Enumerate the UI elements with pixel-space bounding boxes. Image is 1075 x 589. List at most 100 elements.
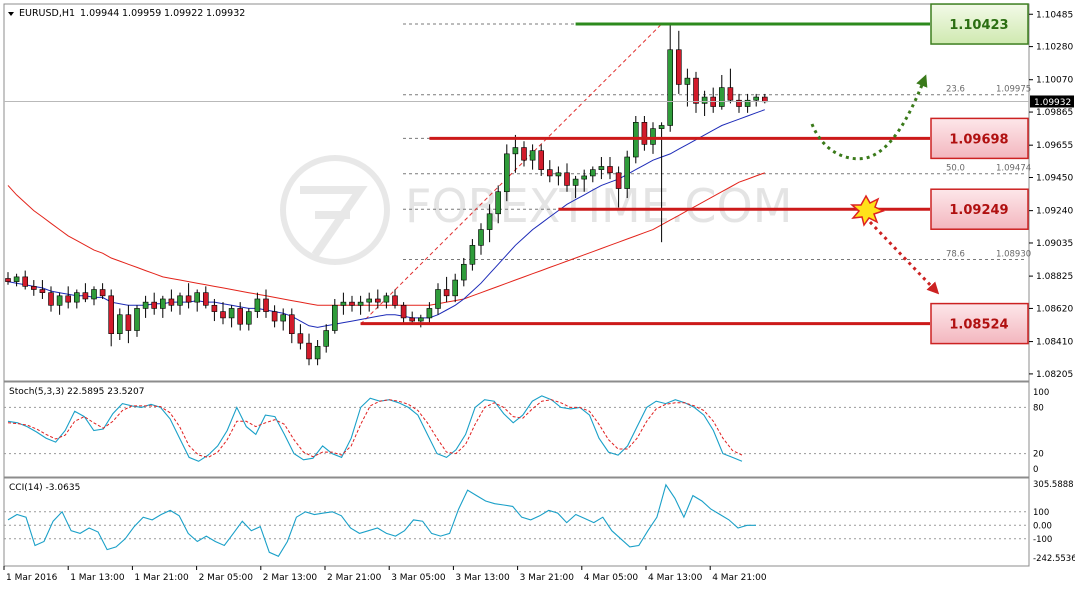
bearish-candle-body — [39, 289, 46, 293]
bearish-candle-body — [564, 172, 570, 186]
bearish-candle-body — [237, 308, 243, 325]
bullish-candle-body — [581, 175, 588, 180]
bearish-candle-body — [288, 314, 295, 334]
bullish-candle-body — [280, 314, 287, 322]
bearish-candle-body — [185, 295, 192, 303]
bullish-candle-body — [435, 289, 441, 309]
bullish-candle-body — [495, 191, 502, 215]
bullish-candle-body — [323, 330, 330, 347]
bullish-candle-body — [624, 156, 631, 189]
bullish-candle-body — [555, 172, 562, 177]
price-tick-label: 1.08620 — [1036, 304, 1073, 314]
key-level-label: 1.09698 — [949, 132, 1008, 147]
bearish-candle-body — [607, 166, 613, 174]
time-tick-label: 2 Mar 05:00 — [199, 573, 254, 583]
bullish-candle-body — [572, 178, 579, 186]
price-tick-label: 1.09865 — [1036, 108, 1073, 118]
price-tick-label: 1.09240 — [1036, 207, 1073, 217]
bullish-candle-body — [74, 292, 80, 303]
stoch-pane — [3, 381, 1030, 478]
time-tick-label: 2 Mar 21:00 — [327, 573, 382, 583]
bullish-candle-body — [357, 301, 364, 306]
cci-tick-label: 305.5888 — [1033, 480, 1074, 490]
bearish-candle-body — [306, 342, 312, 360]
bearish-candle-body — [168, 298, 175, 306]
key-level-label: 1.09249 — [949, 203, 1008, 218]
bearish-candle-body — [297, 333, 304, 344]
bullish-candle-body — [254, 298, 261, 312]
bullish-candle-body — [478, 229, 484, 246]
fib-price-label: 1.09975 — [996, 85, 1031, 95]
bearish-candle-body — [271, 311, 278, 322]
key-level-badge: 1.10423 — [930, 3, 1029, 45]
time-tick-label: 3 Mar 21:00 — [520, 573, 575, 583]
time-tick-label: 2 Mar 13:00 — [263, 573, 318, 583]
bearish-candle-body — [443, 289, 450, 297]
bullish-candle-body — [314, 345, 321, 360]
bearish-candle-body — [546, 169, 553, 177]
bearish-candle-body — [30, 286, 37, 290]
bullish-candle-body — [426, 308, 433, 319]
bullish-candle-body — [366, 298, 373, 303]
cci-tick-label: -242.5536 — [1033, 554, 1075, 564]
ohlc-close: 1.09932 — [206, 8, 245, 19]
price-tick-label: 1.09450 — [1036, 174, 1073, 184]
bearish-candle-body — [5, 278, 11, 282]
symbol-header: EURUSD,H1 1.09944 1.09959 1.09922 1.0993… — [8, 8, 245, 19]
price-tick-label: 1.10280 — [1036, 43, 1073, 53]
time-tick-label: 4 Mar 05:00 — [584, 573, 639, 583]
bullish-candle-body — [753, 96, 760, 101]
price-tick-label: 1.08205 — [1036, 370, 1073, 380]
bearish-candle-body — [211, 304, 218, 312]
bullish-candle-body — [650, 128, 656, 145]
price-tick-label: 1.09035 — [1036, 239, 1073, 249]
bullish-candle-body — [340, 301, 347, 306]
price-tick-label: 1.08410 — [1036, 338, 1073, 348]
price-tick-label: 1.10485 — [1036, 10, 1073, 20]
bullish-candle-body — [246, 311, 252, 325]
cci-pane — [3, 477, 1030, 567]
chart-canvas: FOREXTIME.COM 1.104851.102801.100701.098… — [3, 3, 1075, 583]
time-tick-label: 1 Mar 21:00 — [134, 573, 189, 583]
time-tick-label: 4 Mar 21:00 — [712, 573, 767, 583]
ohlc-high: 1.09959 — [122, 8, 161, 19]
bearish-candle-body — [693, 77, 699, 104]
bullish-candle-body — [589, 169, 596, 177]
bullish-candle-body — [331, 304, 338, 331]
fib-ratio-label: 78.6 — [946, 250, 965, 260]
cci-label: CCI(14) -3.0635 — [9, 483, 80, 493]
bearish-candle-body — [82, 292, 89, 300]
bullish-candle-body — [56, 295, 63, 306]
bearish-candle-body — [727, 87, 734, 101]
fib-price-label: 1.08930 — [996, 250, 1031, 260]
bearish-candle-body — [521, 147, 527, 161]
time-tick-label: 1 Mar 2016 — [6, 573, 58, 583]
bullish-candle-body — [117, 314, 123, 334]
stoch-tick-label: 20 — [1033, 450, 1044, 460]
fib-ratio-label: 50.0 — [946, 164, 965, 174]
cci-tick-label: -100 — [1033, 535, 1052, 545]
bearish-candle-body — [641, 122, 648, 145]
bullish-candle-body — [134, 308, 140, 331]
bullish-candle-body — [452, 279, 459, 297]
bearish-candle-body — [48, 292, 54, 306]
bearish-candle-body — [615, 172, 622, 189]
bullish-candle-body — [177, 295, 183, 306]
bullish-candle-body — [667, 49, 674, 126]
stoch-tick-label: 80 — [1033, 403, 1044, 413]
time-tick-label: 4 Mar 13:00 — [648, 573, 703, 583]
price-tick-label: 1.10070 — [1036, 76, 1073, 86]
bearish-candle-body — [125, 314, 132, 331]
price-tick-label: 1.09655 — [1036, 141, 1073, 151]
bearish-candle-body — [538, 150, 545, 170]
cci-tick-label: 100 — [1033, 508, 1049, 518]
bullish-candle-body — [383, 295, 390, 303]
bullish-candle-body — [160, 298, 166, 309]
current-price-label: 1.09932 — [1034, 98, 1071, 108]
key-level-label: 1.10423 — [949, 18, 1008, 33]
bullish-candle-body — [684, 77, 691, 85]
key-level-badge: 1.09698 — [930, 117, 1029, 160]
stoch-tick-label: 0 — [1033, 465, 1038, 475]
bearish-candle-body — [22, 276, 29, 287]
key-level-badge: 1.09249 — [930, 188, 1029, 230]
